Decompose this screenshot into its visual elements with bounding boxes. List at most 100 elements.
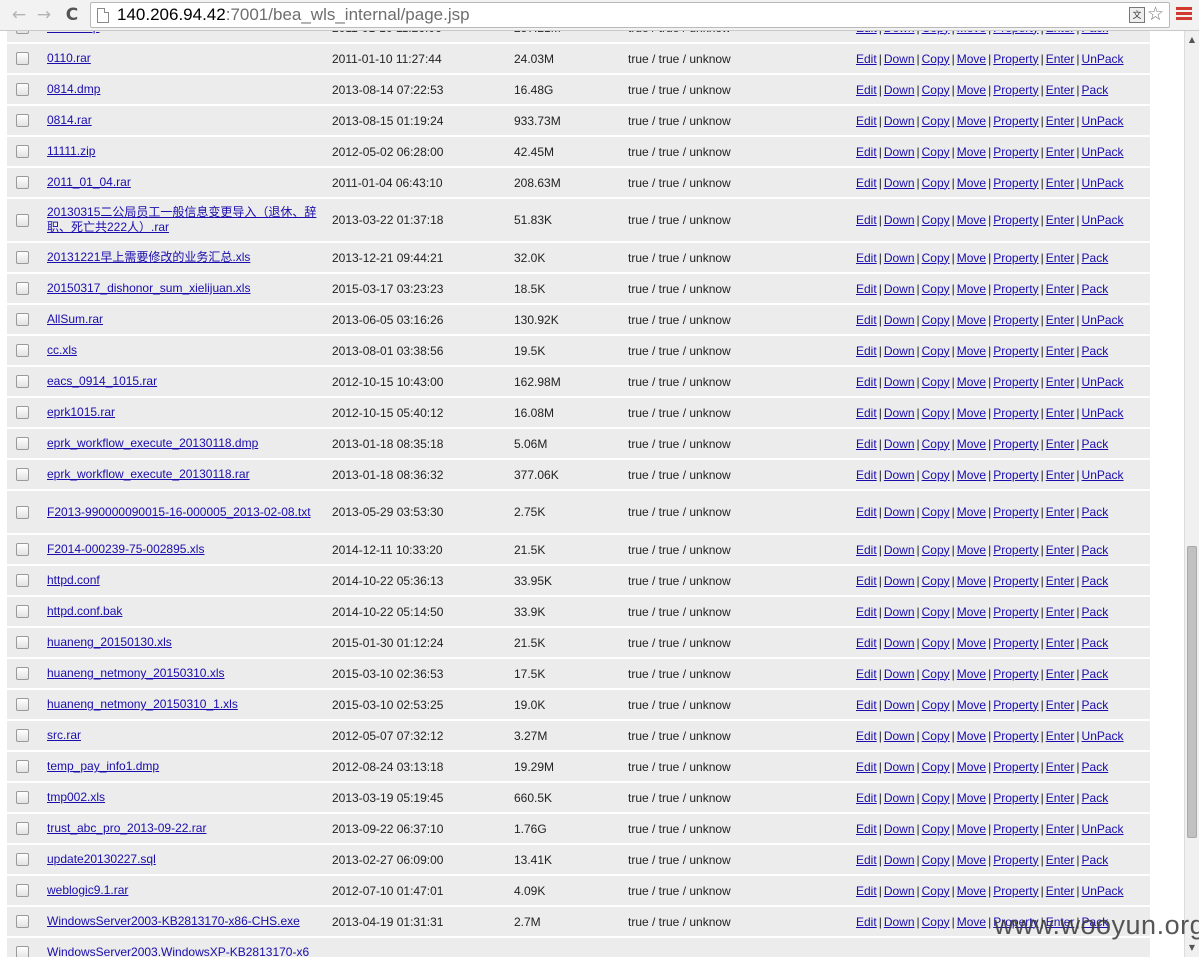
file-name-link[interactable]: tmp002.xls: [47, 790, 105, 805]
action-edit-link[interactable]: Edit: [856, 822, 877, 836]
action-edit-link[interactable]: Edit: [856, 31, 877, 35]
action-edit-link[interactable]: Edit: [856, 915, 877, 929]
action-pack-link[interactable]: UnPack: [1082, 52, 1124, 66]
action-down-link[interactable]: Down: [884, 915, 915, 929]
action-property-link[interactable]: Property: [993, 574, 1038, 588]
action-pack-link[interactable]: UnPack: [1082, 884, 1124, 898]
action-down-link[interactable]: Down: [884, 729, 915, 743]
action-property-link[interactable]: Property: [993, 468, 1038, 482]
action-enter-link[interactable]: Enter: [1046, 667, 1075, 681]
reload-icon[interactable]: C: [61, 4, 83, 26]
action-edit-link[interactable]: Edit: [856, 543, 877, 557]
action-move-link[interactable]: Move: [957, 31, 986, 35]
action-enter-link[interactable]: Enter: [1046, 145, 1075, 159]
action-move-link[interactable]: Move: [957, 114, 986, 128]
row-checkbox[interactable]: [15, 915, 29, 928]
action-down-link[interactable]: Down: [884, 176, 915, 190]
address-bar[interactable]: 140.206.94.42:7001/bea_wls_internal/page…: [90, 2, 1170, 28]
file-name-link[interactable]: update20130227.sql: [47, 852, 156, 867]
action-move-link[interactable]: Move: [957, 176, 986, 190]
action-move-link[interactable]: Move: [957, 468, 986, 482]
action-copy-link[interactable]: Copy: [922, 344, 950, 358]
action-enter-link[interactable]: Enter: [1046, 505, 1075, 519]
file-name-link[interactable]: httpd.conf.bak: [47, 604, 122, 619]
action-enter-link[interactable]: Enter: [1046, 853, 1075, 867]
action-down-link[interactable]: Down: [884, 344, 915, 358]
action-enter-link[interactable]: Enter: [1046, 791, 1075, 805]
action-edit-link[interactable]: Edit: [856, 729, 877, 743]
action-edit-link[interactable]: Edit: [856, 468, 877, 482]
action-pack-link[interactable]: Pack: [1082, 437, 1109, 451]
file-name-link[interactable]: cc.xls: [47, 343, 77, 358]
action-edit-link[interactable]: Edit: [856, 83, 877, 97]
action-property-link[interactable]: Property: [993, 213, 1038, 227]
action-copy-link[interactable]: Copy: [922, 83, 950, 97]
row-checkbox[interactable]: [15, 83, 29, 96]
row-checkbox[interactable]: [15, 760, 29, 773]
action-enter-link[interactable]: Enter: [1046, 574, 1075, 588]
action-copy-link[interactable]: Copy: [922, 282, 950, 296]
row-checkbox[interactable]: [15, 437, 29, 450]
row-checkbox[interactable]: [15, 853, 29, 866]
file-name-link[interactable]: huaneng_20150130.xls: [47, 635, 172, 650]
action-enter-link[interactable]: Enter: [1046, 822, 1075, 836]
action-move-link[interactable]: Move: [957, 251, 986, 265]
action-edit-link[interactable]: Edit: [856, 251, 877, 265]
action-edit-link[interactable]: Edit: [856, 145, 877, 159]
action-edit-link[interactable]: Edit: [856, 437, 877, 451]
action-edit-link[interactable]: Edit: [856, 636, 877, 650]
action-copy-link[interactable]: Copy: [922, 52, 950, 66]
action-property-link[interactable]: Property: [993, 822, 1038, 836]
action-copy-link[interactable]: Copy: [922, 251, 950, 265]
action-move-link[interactable]: Move: [957, 853, 986, 867]
action-pack-link[interactable]: UnPack: [1082, 114, 1124, 128]
action-pack-link[interactable]: Pack: [1082, 698, 1109, 712]
scroll-down-arrow-icon[interactable]: ▼: [1185, 941, 1199, 955]
action-pack-link[interactable]: Pack: [1082, 344, 1109, 358]
action-move-link[interactable]: Move: [957, 406, 986, 420]
scroll-up-arrow-icon[interactable]: ▲: [1185, 33, 1199, 47]
action-copy-link[interactable]: Copy: [922, 145, 950, 159]
action-edit-link[interactable]: Edit: [856, 313, 877, 327]
file-name-link[interactable]: AllSum.rar: [47, 312, 103, 327]
row-checkbox[interactable]: [15, 884, 29, 897]
action-pack-link[interactable]: Pack: [1082, 574, 1109, 588]
action-enter-link[interactable]: Enter: [1046, 543, 1075, 557]
row-checkbox[interactable]: [15, 145, 29, 158]
action-move-link[interactable]: Move: [957, 145, 986, 159]
action-move-link[interactable]: Move: [957, 605, 986, 619]
action-down-link[interactable]: Down: [884, 375, 915, 389]
action-enter-link[interactable]: Enter: [1046, 344, 1075, 358]
action-pack-link[interactable]: Pack: [1082, 251, 1109, 265]
action-down-link[interactable]: Down: [884, 213, 915, 227]
action-move-link[interactable]: Move: [957, 667, 986, 681]
action-down-link[interactable]: Down: [884, 505, 915, 519]
action-edit-link[interactable]: Edit: [856, 667, 877, 681]
action-move-link[interactable]: Move: [957, 884, 986, 898]
action-edit-link[interactable]: Edit: [856, 505, 877, 519]
file-name-link[interactable]: weblogic9.1.rar: [47, 883, 128, 898]
action-down-link[interactable]: Down: [884, 853, 915, 867]
action-copy-link[interactable]: Copy: [922, 667, 950, 681]
action-move-link[interactable]: Move: [957, 760, 986, 774]
row-checkbox[interactable]: [15, 114, 29, 127]
action-copy-link[interactable]: Copy: [922, 574, 950, 588]
file-name-link[interactable]: 2011_01_04.rar: [47, 175, 131, 190]
action-edit-link[interactable]: Edit: [856, 344, 877, 358]
row-checkbox[interactable]: [15, 505, 29, 519]
row-checkbox[interactable]: [15, 605, 29, 618]
row-checkbox[interactable]: [15, 251, 29, 264]
action-enter-link[interactable]: Enter: [1046, 375, 1075, 389]
action-down-link[interactable]: Down: [884, 282, 915, 296]
action-copy-link[interactable]: Copy: [922, 114, 950, 128]
row-checkbox[interactable]: [15, 344, 29, 357]
action-down-link[interactable]: Down: [884, 605, 915, 619]
action-move-link[interactable]: Move: [957, 915, 986, 929]
action-down-link[interactable]: Down: [884, 822, 915, 836]
translate-icon[interactable]: 文: [1129, 7, 1145, 23]
action-down-link[interactable]: Down: [884, 791, 915, 805]
action-property-link[interactable]: Property: [993, 543, 1038, 557]
action-copy-link[interactable]: Copy: [922, 822, 950, 836]
action-pack-link[interactable]: Pack: [1082, 636, 1109, 650]
action-property-link[interactable]: Property: [993, 437, 1038, 451]
